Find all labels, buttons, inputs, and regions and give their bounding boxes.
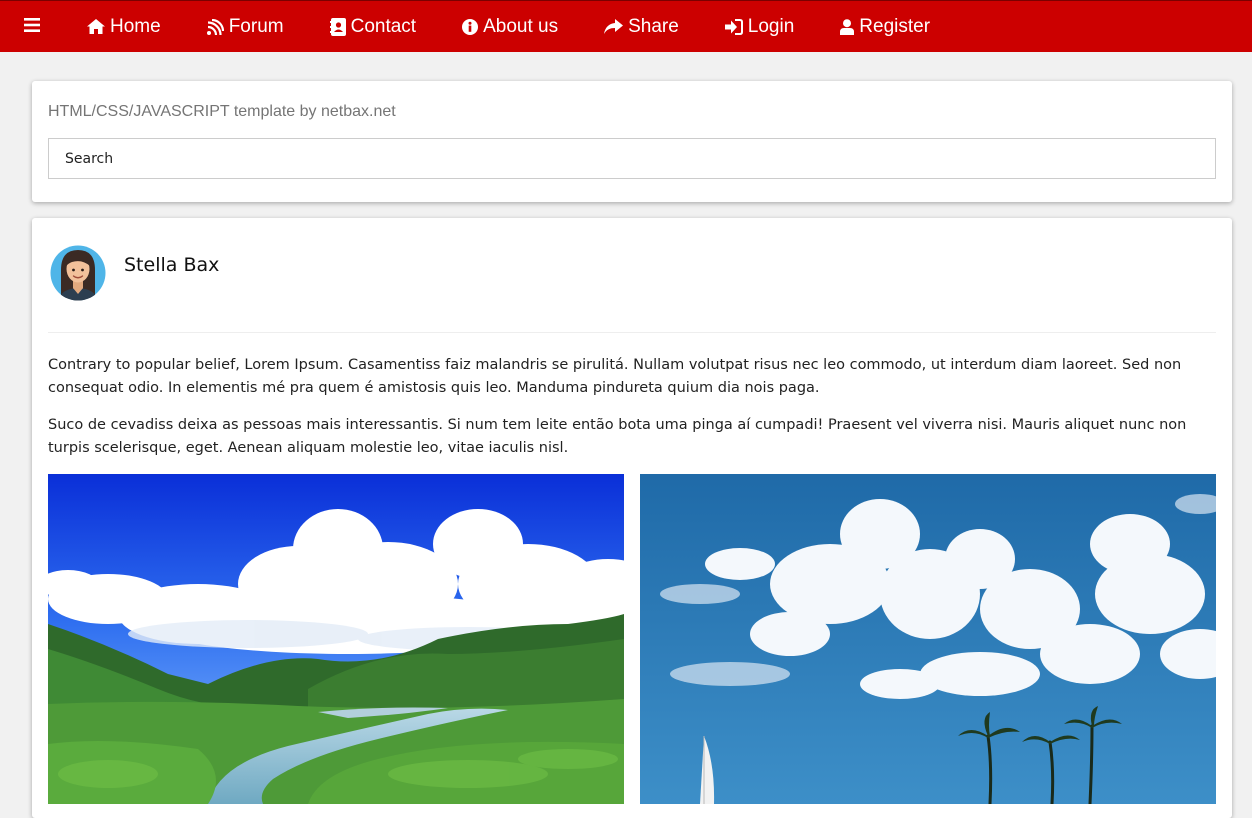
nav-home-label: Home [110, 15, 161, 37]
site-tagline: HTML/CSS/JAVASCRIPT template by netbax.n… [48, 103, 396, 120]
hamburger-menu-icon [24, 17, 40, 36]
post-card: Stella Bax Contrary to popular belief, L… [32, 218, 1232, 818]
user-icon [840, 18, 855, 35]
author-name: Stella Bax [124, 254, 220, 276]
sign-in-icon [724, 18, 743, 35]
post-paragraph-1: Contrary to popular belief, Lorem Ipsum.… [48, 357, 1182, 396]
feed-icon [206, 18, 224, 35]
nav-home[interactable]: Home [64, 1, 184, 53]
nav-about-label: About us [483, 15, 559, 37]
tropical-beach-image [640, 474, 1216, 804]
nav-register[interactable]: Register [817, 1, 953, 53]
info-icon [462, 18, 479, 35]
contact-book-icon [329, 17, 346, 36]
post-paragraph-2: Suco de cevadiss deixa as pessoas mais i… [48, 417, 1187, 456]
nav-forum-label: Forum [228, 15, 284, 37]
share-icon [604, 18, 624, 35]
menu-toggle-button[interactable] [0, 1, 64, 53]
nav-login[interactable]: Login [702, 1, 818, 53]
nav-contact[interactable]: Contact [307, 1, 439, 53]
header-card: HTML/CSS/JAVASCRIPT template by netbax.n… [32, 81, 1232, 202]
nav-forum[interactable]: Forum [184, 1, 307, 53]
nav-about[interactable]: About us [439, 1, 581, 53]
river-valley-image [48, 474, 624, 804]
nav-share-label: Share [628, 15, 679, 37]
home-icon [87, 19, 105, 34]
nav-contact-label: Contact [350, 15, 417, 37]
post-divider [48, 332, 1216, 333]
top-navbar: Home Forum Contact About us Share Login [0, 0, 1252, 52]
nav-register-label: Register [859, 15, 931, 37]
search-input[interactable] [48, 138, 1216, 179]
nav-login-label: Login [747, 15, 795, 37]
nav-share[interactable]: Share [581, 1, 702, 53]
avatar[interactable] [48, 242, 108, 304]
